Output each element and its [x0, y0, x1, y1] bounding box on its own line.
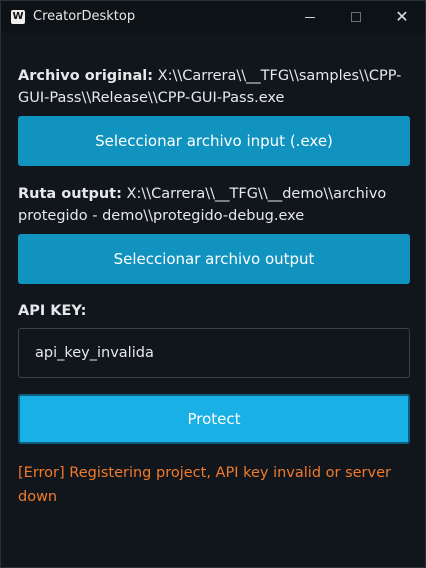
- minimize-button[interactable]: [287, 1, 333, 33]
- maximize-icon: [351, 12, 361, 22]
- output-file-info: Ruta output: X:\\Carrera\\__TFG\\__demo\…: [18, 183, 414, 227]
- close-icon: ✕: [395, 7, 409, 26]
- maximize-button[interactable]: [333, 1, 379, 33]
- app-logo-icon: W: [11, 10, 25, 24]
- app-window: W CreatorDesktop ✕ Archivo original: X:\…: [0, 0, 426, 568]
- input-file-label: Archivo original:: [18, 68, 154, 84]
- select-input-button[interactable]: Seleccionar archivo input (.exe): [18, 116, 410, 166]
- close-button[interactable]: ✕: [379, 1, 425, 33]
- output-file-label: Ruta output:: [18, 186, 122, 202]
- api-key-input[interactable]: api_key_invalida: [18, 328, 410, 378]
- title-bar[interactable]: W CreatorDesktop ✕: [1, 1, 425, 33]
- api-key-label: API KEY:: [18, 303, 87, 319]
- error-message: [Error] Registering project, API key inv…: [18, 465, 391, 505]
- select-output-button[interactable]: Seleccionar archivo output: [18, 234, 410, 284]
- protect-button[interactable]: Protect: [18, 394, 410, 444]
- window-title: CreatorDesktop: [33, 9, 136, 24]
- input-file-info: Archivo original: X:\\Carrera\\__TFG\\sa…: [18, 65, 414, 109]
- minimize-icon: [305, 16, 315, 18]
